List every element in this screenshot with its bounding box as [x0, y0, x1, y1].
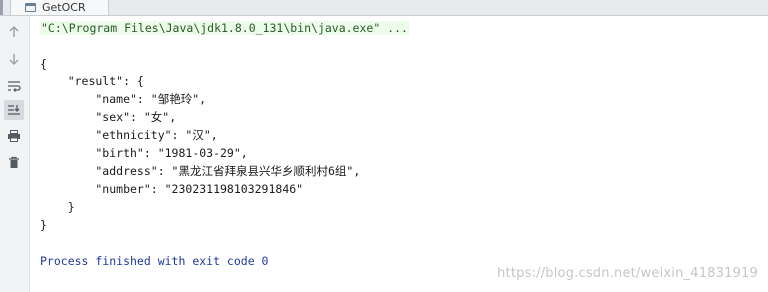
- console-line: }: [40, 218, 47, 232]
- console-line: "sex": "女",: [40, 110, 177, 124]
- console-command-line: "C:\Program Files\Java\jdk1.8.0_131\bin\…: [40, 19, 409, 37]
- soft-wrap-icon[interactable]: [4, 76, 24, 96]
- console-line: "result": {: [40, 74, 144, 88]
- console-output: "C:\Program Files\Java\jdk1.8.0_131\bin\…: [40, 16, 760, 286]
- tab-bar: GetOCR: [0, 0, 768, 16]
- print-icon[interactable]: [4, 126, 24, 146]
- console-window-icon: [25, 3, 36, 12]
- watermark: https://blog.csdn.net/weixin_41831919: [497, 266, 758, 281]
- scroll-to-end-icon[interactable]: [4, 100, 24, 120]
- tab-getocr[interactable]: GetOCR: [10, 0, 109, 15]
- console-toolbar: [0, 16, 30, 292]
- console-line: "name": "邹艳玲",: [40, 92, 207, 106]
- tab-bar-edge: [0, 0, 3, 15]
- run-command: "C:\Program Files\Java\jdk1.8.0_131\bin\…: [40, 21, 409, 35]
- exit-message: Process finished with exit code 0: [40, 254, 269, 268]
- arrow-down-icon[interactable]: [4, 49, 24, 69]
- arrow-up-icon[interactable]: [4, 22, 24, 42]
- console-line: }: [40, 200, 75, 214]
- tab-label: GetOCR: [42, 1, 86, 14]
- console-line: "birth": "1981-03-29",: [40, 146, 248, 160]
- console-line: {: [40, 57, 47, 71]
- console-line: "address": "黑龙江省拜泉县兴华乡顺利村6组",: [40, 164, 361, 178]
- console-line: "number": "230231198103291846": [40, 182, 304, 196]
- console-line: "ethnicity": "汉",: [40, 128, 218, 142]
- trash-icon[interactable]: [4, 152, 24, 172]
